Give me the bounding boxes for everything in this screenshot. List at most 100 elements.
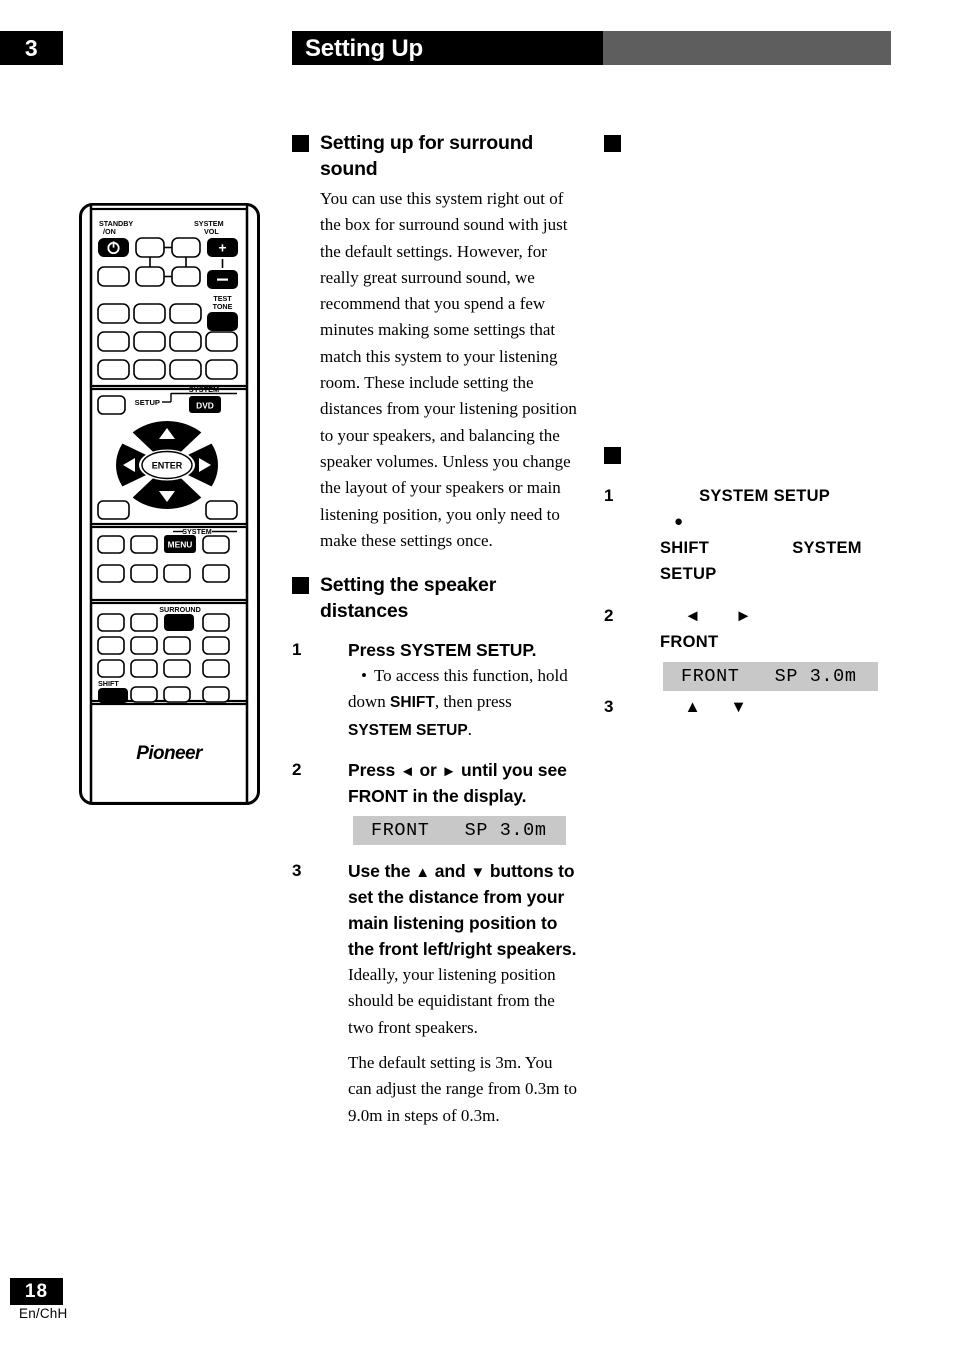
key-outline bbox=[163, 636, 191, 655]
step-number: 2 bbox=[604, 606, 614, 625]
key-outline bbox=[202, 659, 230, 678]
test-tone-label-line2: TONE bbox=[213, 302, 233, 311]
step-number: 1 bbox=[292, 640, 302, 660]
key-outline bbox=[163, 686, 191, 703]
step-3-paragraph-2: The default setting is 3m. You can adjus… bbox=[348, 1052, 577, 1125]
heading-setting-up-surround: Setting up for surround sound bbox=[292, 130, 578, 182]
shift-label: SHIFT bbox=[98, 679, 119, 688]
key-outline bbox=[97, 395, 126, 415]
standby-label-line2: /ON bbox=[103, 227, 116, 236]
step-headline: Press SYSTEM SETUP. bbox=[348, 640, 537, 661]
key-outline bbox=[171, 266, 201, 287]
right-text-column: 1 SYSTEM SETUP ● SHIFT SYSTEM SETUP 2 ◄ … bbox=[604, 130, 890, 720]
square-bullet-icon bbox=[604, 135, 621, 152]
down-arrow-icon: ▼ bbox=[470, 864, 486, 882]
step-3-translated: 3 ▲ ▼ bbox=[604, 694, 890, 720]
key-outline bbox=[163, 564, 191, 583]
key-outline bbox=[202, 686, 230, 703]
key-outline bbox=[202, 613, 230, 632]
key-outline bbox=[97, 500, 130, 520]
key-outline bbox=[130, 659, 158, 678]
intro-paragraph: You can use this system right out of the… bbox=[320, 189, 577, 550]
shift-key-reference: SHIFT bbox=[390, 694, 435, 712]
step-text-1: Press bbox=[348, 760, 400, 781]
key-outline bbox=[130, 535, 158, 554]
surround-button bbox=[164, 614, 194, 631]
heading-setting-speaker-distances-translated bbox=[604, 442, 890, 464]
step-headline: Use the ▲ and ▼ buttons to set the dista… bbox=[348, 858, 578, 962]
key-outline bbox=[169, 359, 202, 380]
key-outline bbox=[130, 564, 158, 583]
key-outline bbox=[97, 303, 130, 324]
step-text-1: Use the bbox=[348, 861, 416, 882]
system-vol-label-line2: VOL bbox=[204, 227, 219, 236]
square-bullet-icon bbox=[604, 447, 621, 464]
key-outline bbox=[205, 500, 238, 520]
left-text-column: Setting up for surround sound You can us… bbox=[292, 130, 578, 1129]
test-tone-button bbox=[207, 312, 238, 331]
svg-text:Pioneer: Pioneer bbox=[136, 743, 204, 764]
bullet-text-3: . bbox=[467, 719, 472, 739]
right-arrow-icon: ► bbox=[441, 763, 457, 781]
step-number: 1 bbox=[604, 486, 614, 505]
step-3-paragraph-1: Ideally, your listening position should … bbox=[348, 965, 556, 1037]
key-outline bbox=[133, 331, 166, 352]
step-1: 1 Press SYSTEM SETUP. • To access this fu… bbox=[292, 637, 578, 744]
display-readout-front-sp: FRONT SP 3.0m bbox=[663, 662, 878, 691]
display-readout-front-sp: FRONT SP 3.0m bbox=[353, 816, 566, 846]
key-outline bbox=[130, 613, 158, 632]
bullet-icon: • bbox=[361, 666, 367, 686]
key-outline bbox=[202, 535, 230, 554]
step-2: 2 Press ◄ or ► until you see FRONT in th… bbox=[292, 757, 578, 846]
square-bullet-icon bbox=[292, 577, 309, 595]
system-dvd-label: SYSTEM bbox=[189, 385, 219, 394]
key-outline bbox=[97, 535, 125, 554]
step-text-2: or bbox=[414, 760, 442, 781]
key-outline bbox=[169, 331, 202, 352]
key-outline bbox=[133, 303, 166, 324]
step-text-2: and bbox=[430, 861, 471, 882]
pioneer-logo: Pioneer bbox=[136, 743, 204, 764]
key-outline bbox=[205, 331, 238, 352]
system-setup-key-reference: SYSTEM SETUP bbox=[660, 487, 831, 505]
menu-button-label: MENU bbox=[168, 540, 193, 550]
page-title: Setting Up bbox=[305, 35, 423, 62]
system-menu-group-label: SYSTEM bbox=[182, 527, 212, 536]
left-right-arrow-icons: ◄ ► bbox=[660, 607, 752, 625]
key-outline bbox=[205, 359, 238, 380]
shift-button bbox=[98, 688, 128, 703]
remote-control-illustration: STANDBY /ON SYSTEM VOL + TEST TONE SETUP bbox=[79, 203, 260, 805]
bullet-text-2: , then press bbox=[434, 692, 512, 712]
bullet-icon: ● bbox=[674, 514, 684, 530]
heading-text: Setting up for surround sound bbox=[320, 132, 534, 180]
shift-system-key-reference: SHIFT SYSTEM bbox=[660, 539, 862, 557]
left-arrow-icon: ◄ bbox=[399, 763, 415, 781]
key-outline bbox=[97, 636, 125, 655]
step-number: 2 bbox=[292, 760, 302, 780]
heading-setting-speaker-distances: Setting the speaker distances bbox=[292, 572, 578, 624]
key-outline bbox=[130, 686, 158, 703]
setup-key-reference: SETUP bbox=[660, 565, 717, 583]
key-outline bbox=[97, 331, 130, 352]
step-number: 3 bbox=[604, 697, 614, 716]
chapter-number-box: 3 bbox=[0, 31, 63, 65]
key-outline bbox=[133, 359, 166, 380]
page-number-box: 18 bbox=[10, 1278, 63, 1305]
surround-label: SURROUND bbox=[159, 605, 201, 614]
heading-setting-up-surround-translated bbox=[604, 130, 890, 152]
step-2-translated: 2 ◄ ► FRONT FRONT SP 3.0m bbox=[604, 603, 890, 691]
key-outline bbox=[135, 266, 165, 287]
step-bullet: • To access this function, hold down SHIF… bbox=[348, 663, 578, 744]
step-1-translated: 1 SYSTEM SETUP ● SHIFT SYSTEM SETUP bbox=[604, 483, 890, 587]
step-headline: Press ◄ or ► until you see FRONT in the … bbox=[348, 757, 578, 809]
translated-intro-paragraph-area bbox=[632, 156, 890, 442]
step-3: 3 Use the ▲ and ▼ buttons to set the dis… bbox=[292, 858, 578, 1129]
setup-label: SETUP bbox=[135, 398, 160, 407]
key-outline bbox=[130, 636, 158, 655]
key-outline bbox=[97, 659, 125, 678]
dvd-button-label: DVD bbox=[196, 401, 214, 411]
header-gray-bar bbox=[603, 31, 891, 65]
key-outline bbox=[169, 303, 202, 324]
vol-up-label: + bbox=[218, 240, 226, 256]
key-outline bbox=[202, 636, 230, 655]
